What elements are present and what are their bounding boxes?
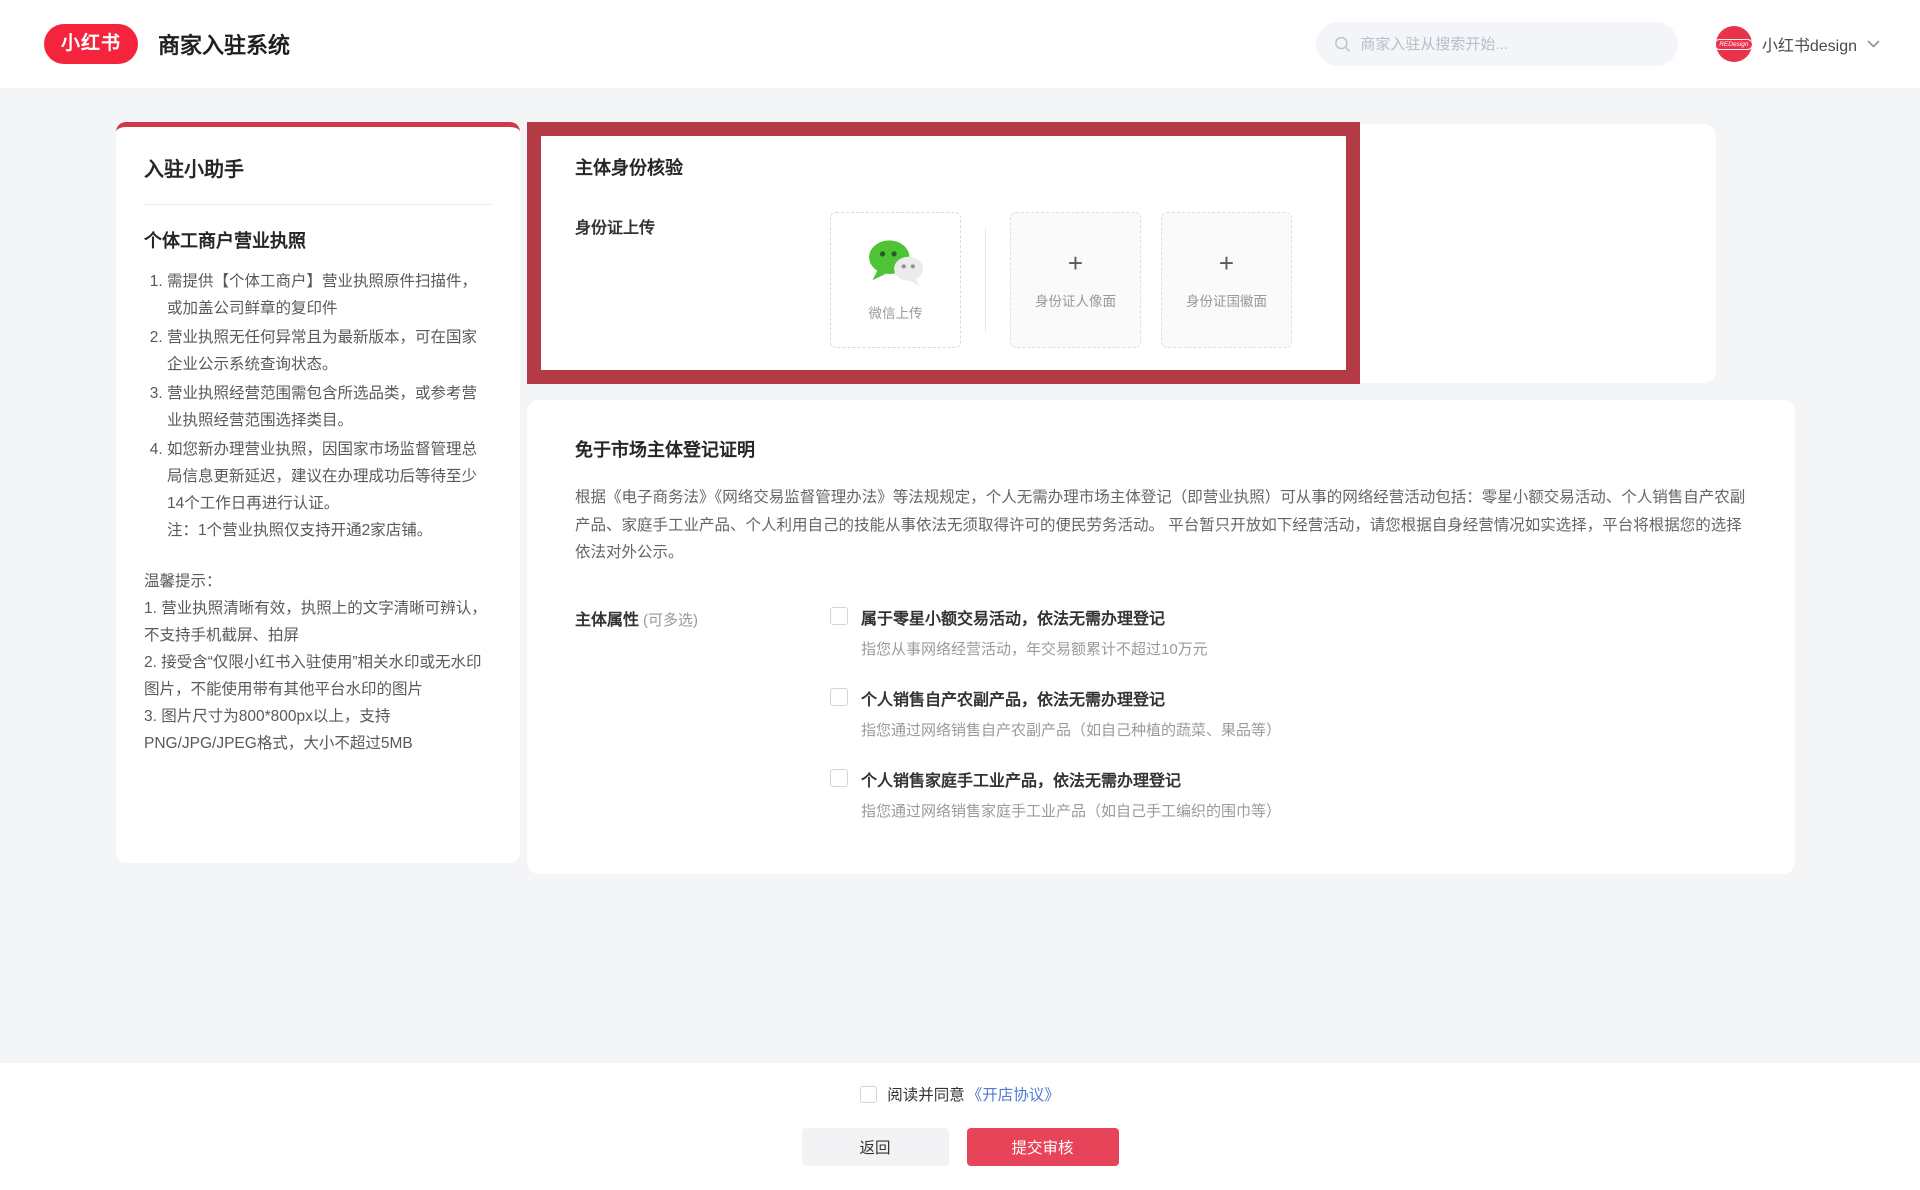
shop-agreement-link[interactable]: 《开店协议》 [967, 1083, 1060, 1105]
option-label: 属于零星小额交易活动，依法无需办理登记 [861, 605, 1208, 629]
license-tips-list: 需提供【个体工商户】营业执照原件扫描件，或加盖公司鲜章的复印件 营业执照无任何异… [144, 269, 492, 545]
agreement-row: 阅读并同意 《开店协议》 [860, 1083, 1060, 1105]
list-item: 需提供【个体工商户】营业执照原件扫描件，或加盖公司鲜章的复印件 [167, 269, 492, 323]
attribute-label-text: 主体属性 [575, 612, 639, 629]
option-checkbox[interactable] [830, 688, 848, 706]
notice-title: 温馨提示： [144, 569, 492, 596]
exemption-section-title: 免于市场主体登记证明 [575, 436, 1747, 462]
id-back-label: 身份证国徽面 [1186, 290, 1267, 310]
wechat-icon [865, 238, 927, 288]
wechat-upload-button[interactable]: 微信上传 [830, 212, 961, 348]
main-content: 入驻小助手 个体工商户营业执照 需提供【个体工商户】营业执照原件扫描件，或加盖公… [0, 88, 1920, 1063]
notice-block: 温馨提示： 1. 营业执照清晰有效，执照上的文字清晰可辨认，不支持手机截屏、拍屏… [144, 569, 492, 758]
option-description: 指您从事网络经营活动，年交易额累计不超过10万元 [861, 638, 1208, 659]
attribute-label: 主体属性(可多选) [575, 605, 830, 821]
onboarding-assistant-panel: 入驻小助手 个体工商户营业执照 需提供【个体工商户】营业执照原件扫描件，或加盖公… [116, 122, 520, 863]
option-description: 指您通过网络销售自产农副产品（如自己种植的蔬菜、果品等） [861, 719, 1281, 740]
avatar: REDesign [1716, 26, 1752, 62]
notice-line: 2. 接受含“仅限小红书入驻使用”相关水印或无水印图片，不能使用带有其他平台水印… [144, 650, 492, 704]
license-section-title: 个体工商户营业执照 [144, 227, 492, 253]
username: 小红书design [1762, 32, 1857, 56]
tip-note: 注：1个营业执照仅支持开通2家店铺。 [167, 518, 492, 545]
notice-line: 3. 图片尺寸为800*800px以上，支持PNG/JPG/JPEG格式，大小不… [144, 704, 492, 758]
attribute-options: 属于零星小额交易活动，依法无需办理登记 指您从事网络经营活动，年交易额累计不超过… [830, 605, 1281, 821]
option-description: 指您通过网络销售家庭手工业产品（如自己手工编织的围巾等） [861, 800, 1281, 821]
attribute-hint: (可多选) [643, 612, 698, 629]
list-item: 营业执照无任何异常且为最新版本，可在国家企业公示系统查询状态。 [167, 325, 492, 379]
option-label: 个人销售家庭手工业产品，依法无需办理登记 [861, 767, 1281, 791]
vertical-divider [985, 228, 986, 332]
list-item: 营业执照经营范围需包含所选品类，或参考营业执照经营范围选择类目。 [167, 381, 492, 435]
agreement-text: 阅读并同意 [887, 1083, 965, 1105]
search-input[interactable] [1360, 36, 1659, 53]
option-row: 个人销售家庭手工业产品，依法无需办理登记 指您通过网络销售家庭手工业产品（如自己… [830, 767, 1281, 821]
id-front-upload-button[interactable]: + 身份证人像面 [1010, 212, 1141, 348]
assistant-title: 入驻小助手 [144, 153, 492, 182]
id-back-upload-button[interactable]: + 身份证国徽面 [1161, 212, 1292, 348]
id-front-label: 身份证人像面 [1035, 290, 1116, 310]
submit-review-button[interactable]: 提交审核 [967, 1128, 1119, 1166]
registration-exemption-card: 免于市场主体登记证明 根据《电子商务法》《网络交易监督管理办法》等法规规定，个人… [527, 400, 1795, 874]
option-row: 属于零星小额交易活动，依法无需办理登记 指您从事网络经营活动，年交易额累计不超过… [830, 605, 1281, 659]
search-icon [1334, 35, 1351, 53]
notice-line: 1. 营业执照清晰有效，执照上的文字清晰可辨认，不支持手机截屏、拍屏 [144, 596, 492, 650]
id-upload-label: 身份证上传 [575, 212, 830, 348]
option-label: 个人销售自产农副产品，依法无需办理登记 [861, 686, 1281, 710]
back-button[interactable]: 返回 [802, 1128, 949, 1166]
user-menu[interactable]: REDesign 小红书design [1716, 26, 1880, 62]
search-box [1316, 22, 1678, 66]
option-checkbox[interactable] [830, 607, 848, 625]
page-title: 商家入驻系统 [158, 28, 290, 60]
header: 小红书 商家入驻系统 REDesign 小红书design [0, 0, 1920, 88]
agreement-checkbox[interactable] [860, 1086, 877, 1103]
avatar-badge-text: REDesign [1714, 39, 1753, 50]
exemption-description: 根据《电子商务法》《网络交易监督管理办法》等法规规定，个人无需办理市场主体登记（… [575, 484, 1747, 567]
identity-section-title: 主体身份核验 [575, 154, 1668, 180]
id-upload-area: 微信上传 + 身份证人像面 + 身份证国徽面 [830, 212, 1292, 348]
merchant-onboarding-page: 小红书 商家入驻系统 REDesign 小红书design 入驻小助手 个体工商… [0, 0, 1920, 1190]
plus-icon: + [1068, 250, 1083, 276]
footer: 阅读并同意 《开店协议》 返回 提交审核 [0, 1063, 1920, 1190]
option-checkbox[interactable] [830, 769, 848, 787]
identity-verification-card: 主体身份核验 身份证上传 [527, 124, 1716, 383]
plus-icon: + [1219, 250, 1234, 276]
wechat-upload-label: 微信上传 [869, 302, 923, 322]
xiaohongshu-logo[interactable]: 小红书 [44, 24, 138, 64]
list-item: 如您新办理营业执照，因国家市场监督管理总局信息更新延迟，建议在办理成功后等待至少… [167, 437, 492, 545]
option-row: 个人销售自产农副产品，依法无需办理登记 指您通过网络销售自产农副产品（如自己种植… [830, 686, 1281, 740]
chevron-down-icon [1867, 40, 1880, 48]
divider [144, 204, 492, 205]
